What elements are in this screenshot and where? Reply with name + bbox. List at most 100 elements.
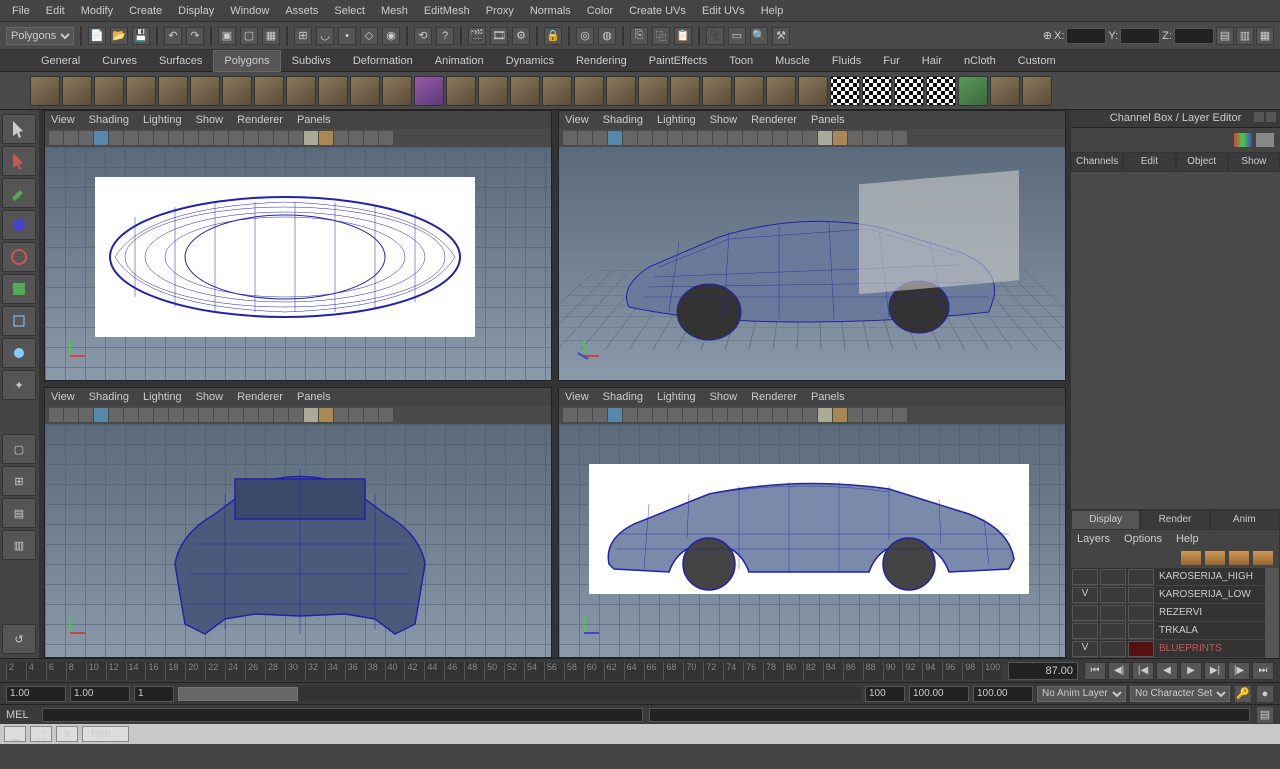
- vp-icon[interactable]: [713, 408, 727, 422]
- vp-resgate-icon[interactable]: [169, 131, 183, 145]
- taskbar-tab-hypershade[interactable]: Hyp...: [82, 726, 129, 742]
- vp-icon[interactable]: [743, 131, 757, 145]
- layer-color-swatch[interactable]: [1128, 641, 1154, 657]
- vp-icon[interactable]: [578, 408, 592, 422]
- step-forward-key-button[interactable]: |▶: [1228, 662, 1250, 680]
- manip-icon[interactable]: [1256, 133, 1274, 147]
- menu-select[interactable]: Select: [326, 5, 373, 17]
- vp-icon[interactable]: [698, 408, 712, 422]
- menu-create[interactable]: Create: [121, 5, 170, 17]
- play-start-field[interactable]: [70, 686, 130, 702]
- vp-menu-view[interactable]: View: [565, 391, 589, 403]
- taskbar-close-icon[interactable]: ✕: [56, 726, 78, 742]
- vp-icon[interactable]: [154, 408, 168, 422]
- vp-icon[interactable]: [638, 131, 652, 145]
- menu-createuvs[interactable]: Create UVs: [621, 5, 694, 17]
- append-icon[interactable]: [670, 76, 700, 106]
- spherical-uv-icon[interactable]: [894, 76, 924, 106]
- vp-icon[interactable]: [244, 408, 258, 422]
- show-manip-tool[interactable]: ✦: [2, 370, 36, 400]
- object-tab[interactable]: Object: [1176, 152, 1228, 172]
- layer-row[interactable]: VBLUEPRINTS: [1071, 640, 1265, 658]
- vp-lights-icon[interactable]: [244, 131, 258, 145]
- layer-up-icon[interactable]: [1205, 551, 1225, 565]
- help-menu[interactable]: Help: [1176, 533, 1199, 545]
- vp-menu-panels[interactable]: Panels: [297, 114, 331, 126]
- viewport-side-canvas[interactable]: [559, 424, 1065, 657]
- snap-grid-icon[interactable]: ⊞: [294, 27, 312, 45]
- menu-help[interactable]: Help: [753, 5, 792, 17]
- vp-icon[interactable]: [623, 408, 637, 422]
- vp-icon[interactable]: [364, 408, 378, 422]
- cylinder-icon[interactable]: [94, 76, 124, 106]
- attribute-editor-icon[interactable]: ▥: [1236, 27, 1254, 45]
- smooth-icon[interactable]: [542, 76, 572, 106]
- vp-menu-panels[interactable]: Panels: [297, 391, 331, 403]
- vp-isolate-icon[interactable]: [334, 131, 348, 145]
- coord-y-field[interactable]: [1120, 28, 1160, 44]
- vp-menu-shading[interactable]: Shading: [89, 114, 129, 126]
- vp-menu-lighting[interactable]: Lighting: [657, 391, 696, 403]
- two-pane-stack-icon[interactable]: ▥: [2, 530, 36, 560]
- menu-edituvs[interactable]: Edit UVs: [694, 5, 753, 17]
- menu-modify[interactable]: Modify: [73, 5, 121, 17]
- shelf-tab-curves[interactable]: Curves: [91, 50, 148, 72]
- play-end-field[interactable]: [865, 686, 905, 702]
- vp-icon[interactable]: [578, 131, 592, 145]
- vp-icon[interactable]: [304, 408, 318, 422]
- layer-vis-toggle[interactable]: V: [1072, 641, 1098, 657]
- vp-icon[interactable]: [878, 408, 892, 422]
- menu-proxy[interactable]: Proxy: [478, 5, 522, 17]
- planar-uv-icon[interactable]: [830, 76, 860, 106]
- last-tool-icon[interactable]: ↺: [2, 624, 36, 654]
- vp-icon[interactable]: [139, 408, 153, 422]
- paste-icon[interactable]: 📋: [674, 27, 692, 45]
- layer-type-toggle[interactable]: [1100, 587, 1126, 603]
- auto-uv-icon[interactable]: [926, 76, 956, 106]
- boolean-icon[interactable]: [574, 76, 604, 106]
- vp-icon[interactable]: [109, 408, 123, 422]
- vp-aa-icon[interactable]: [304, 131, 318, 145]
- range-slider-thumb[interactable]: [178, 687, 298, 701]
- layer-color-swatch[interactable]: [1128, 623, 1154, 639]
- taskbar-min-icon[interactable]: ▁: [4, 726, 26, 742]
- vp-motionblur-icon[interactable]: [289, 131, 303, 145]
- separate-icon[interactable]: [478, 76, 508, 106]
- bevel-icon[interactable]: [702, 76, 732, 106]
- two-pane-side-icon[interactable]: ▤: [2, 498, 36, 528]
- vp-icon[interactable]: [818, 131, 832, 145]
- vp-menu-panels[interactable]: Panels: [811, 114, 845, 126]
- shelf-tab-dynamics[interactable]: Dynamics: [495, 50, 565, 72]
- soft-mod-tool[interactable]: [2, 338, 36, 368]
- vp-xray-icon[interactable]: [349, 131, 363, 145]
- vp-icon[interactable]: [788, 131, 802, 145]
- resolution-gate-icon[interactable]: ▭: [728, 27, 746, 45]
- coord-x-field[interactable]: [1066, 28, 1106, 44]
- vp-grid-icon[interactable]: [139, 131, 153, 145]
- sidebar-toggle-icon[interactable]: ▤: [1216, 27, 1234, 45]
- layer-vis-toggle[interactable]: [1072, 605, 1098, 621]
- vp-icon[interactable]: [818, 408, 832, 422]
- triangulate-icon[interactable]: [1022, 76, 1052, 106]
- step-back-key-button[interactable]: ◀|: [1108, 662, 1130, 680]
- viewport-top-canvas[interactable]: [45, 147, 551, 380]
- command-input[interactable]: [42, 708, 643, 722]
- play-range-field[interactable]: [134, 686, 174, 702]
- menu-file[interactable]: File: [4, 5, 38, 17]
- layer-vis-toggle[interactable]: V: [1072, 587, 1098, 603]
- helix-icon[interactable]: [286, 76, 316, 106]
- ipr-render-icon[interactable]: 🎞: [490, 27, 508, 45]
- open-scene-icon[interactable]: 📂: [110, 27, 128, 45]
- new-scene-icon[interactable]: 📄: [88, 27, 106, 45]
- vp-icon[interactable]: [863, 131, 877, 145]
- interactive-create-icon[interactable]: [414, 76, 444, 106]
- vp-shadows-icon[interactable]: [259, 131, 273, 145]
- character-set-select[interactable]: No Character Set: [1130, 686, 1230, 702]
- layer-row[interactable]: REZERVI: [1071, 604, 1265, 622]
- shelf-tab-muscle[interactable]: Muscle: [764, 50, 821, 72]
- vp-icon[interactable]: [863, 408, 877, 422]
- layer-type-toggle[interactable]: [1100, 623, 1126, 639]
- shelf-tab-hair[interactable]: Hair: [911, 50, 953, 72]
- render-icon[interactable]: 🎬: [468, 27, 486, 45]
- vp-menu-shading[interactable]: Shading: [603, 391, 643, 403]
